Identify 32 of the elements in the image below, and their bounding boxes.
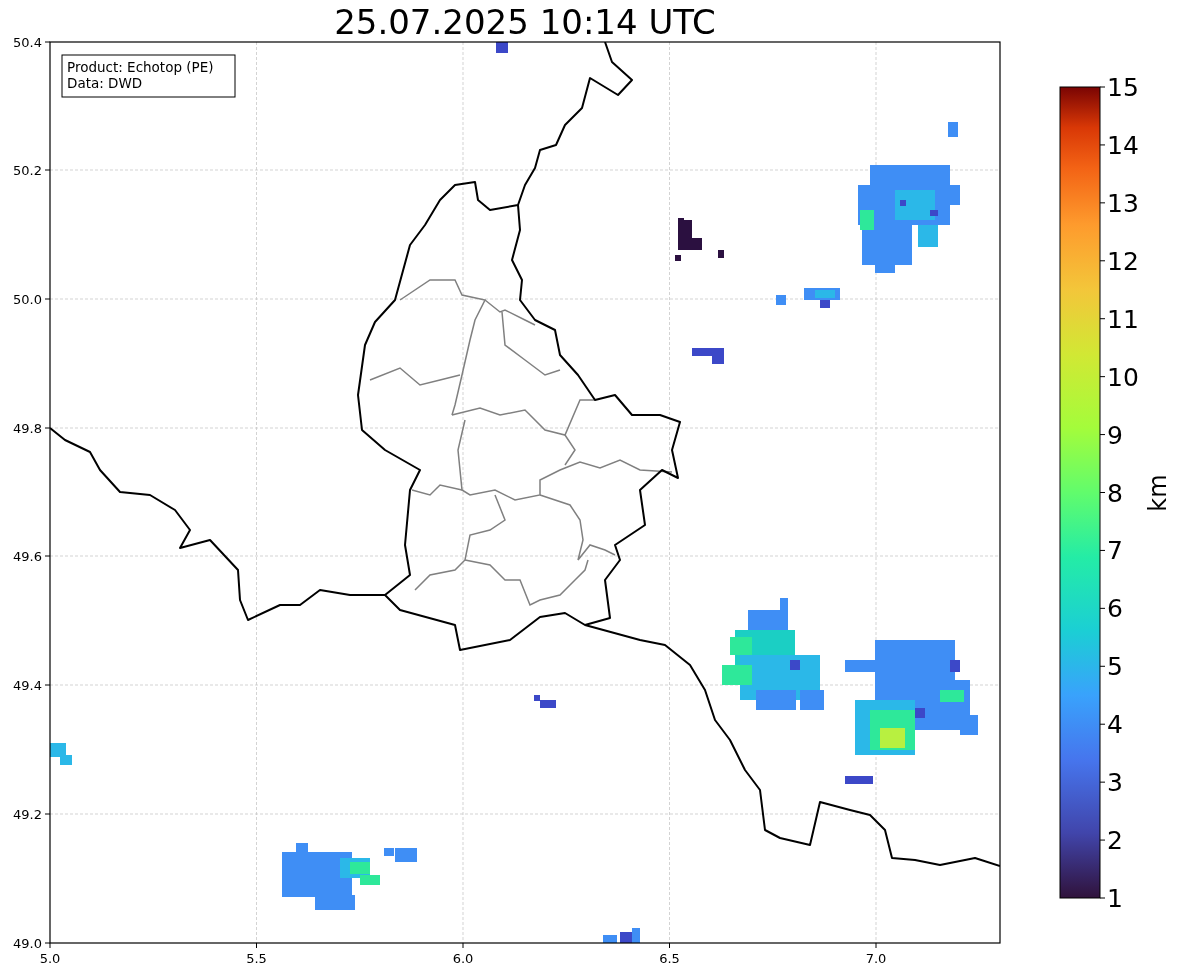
y-axis-tick-label: 49.6: [13, 549, 42, 564]
y-axis-tick-label: 50.0: [13, 292, 42, 307]
colorbar-tick-label: 11: [1107, 304, 1139, 334]
x-axis-tick-label: 5.5: [246, 951, 267, 966]
y-axis-tick-label: 49.2: [13, 807, 42, 822]
colorbar-tick-label: 10: [1107, 362, 1139, 392]
colorbar-tick-label: 9: [1107, 420, 1123, 450]
y-axis-tick-label: 49.8: [13, 421, 42, 436]
colorbar-tick-label: 1: [1107, 884, 1123, 913]
colorbar-tick-label: 12: [1107, 246, 1139, 276]
colorbar-tick-label: 7: [1107, 536, 1123, 566]
colorbar-tick-label: 13: [1107, 188, 1139, 218]
colorbar-tick-label: 6: [1107, 594, 1123, 624]
y-axis-tick-label: 50.4: [13, 35, 42, 50]
colorbar-label: km: [1144, 474, 1172, 512]
chart-title: 25.07.2025 10:14 UTC: [334, 2, 716, 42]
info-box-text: Product: Echotop (PE): [67, 59, 214, 75]
y-axis-tick-label: 49.4: [13, 678, 42, 693]
colorbar-tick-label: 3: [1107, 768, 1123, 798]
colorbar-tick-label: 5: [1107, 652, 1123, 682]
x-axis-tick-label: 7.0: [865, 951, 887, 966]
colorbar-tick-label: 4: [1107, 710, 1123, 740]
colorbar-tick-label: 2: [1107, 826, 1123, 856]
y-axis-tick-label: 50.2: [13, 163, 42, 178]
colorbar-tick-label: 8: [1107, 478, 1123, 508]
info-box-text: Data: DWD: [67, 75, 143, 91]
colorbar-tick-label: 14: [1107, 130, 1139, 160]
x-axis-tick-label: 6.5: [659, 951, 680, 966]
colorbar-tick-label: 15: [1107, 73, 1139, 102]
x-axis-tick-label: 6.0: [452, 951, 474, 966]
x-axis-tick-label: 5.0: [39, 951, 61, 966]
y-axis-tick-label: 49.0: [13, 936, 42, 951]
